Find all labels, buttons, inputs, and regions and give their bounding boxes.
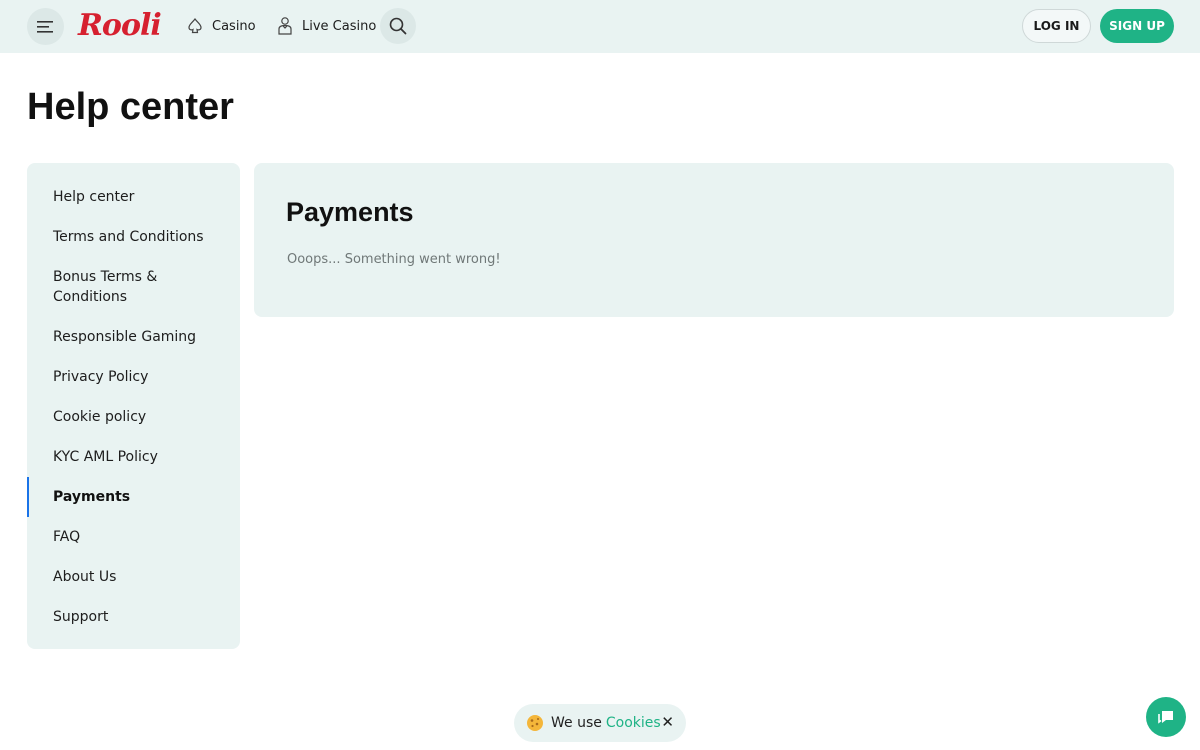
sidebar-item-terms[interactable]: Terms and Conditions (27, 227, 240, 247)
error-message: Ooops... Something went wrong! (287, 252, 501, 267)
content-card: Payments Ooops... Something went wrong! (254, 163, 1174, 317)
sidebar-item-support[interactable]: Support (27, 607, 240, 627)
sidebar-item-cookie-policy[interactable]: Cookie policy (27, 407, 240, 427)
sidebar-item-responsible-gaming[interactable]: Responsible Gaming (27, 327, 240, 347)
sidebar-item-about-us[interactable]: About Us (27, 567, 240, 587)
dealer-icon (278, 17, 292, 35)
chat-icon (1158, 711, 1173, 724)
nav-live-casino-label: Live Casino (302, 18, 377, 34)
sidebar-item-faq[interactable]: FAQ (27, 527, 240, 547)
brand-logo[interactable]: Rooli (78, 8, 162, 44)
sidebar-item-bonus-terms[interactable]: Bonus Terms & Conditions (27, 267, 240, 307)
sidebar-item-help-center[interactable]: Help center (27, 187, 240, 207)
top-header: Rooli Casino Live Casino LOG IN SIGN UP (0, 0, 1200, 53)
close-icon[interactable]: ✕ (661, 713, 674, 731)
sidebar-item-privacy-policy[interactable]: Privacy Policy (27, 367, 240, 387)
login-button[interactable]: LOG IN (1022, 9, 1091, 43)
spade-icon (188, 18, 202, 34)
cookie-link[interactable]: Cookies (606, 715, 661, 731)
nav-live-casino[interactable]: Live Casino (276, 15, 376, 37)
cookie-banner: We use Cookies ✕ (514, 704, 686, 742)
hamburger-icon (36, 20, 53, 33)
chat-button[interactable] (1146, 697, 1186, 737)
sidebar-item-kyc-aml[interactable]: KYC AML Policy (27, 447, 240, 467)
cookie-icon (527, 715, 543, 731)
signup-button[interactable]: SIGN UP (1100, 9, 1174, 43)
page-title: Help center (27, 86, 234, 128)
cookie-text: We use (551, 715, 602, 731)
content-title: Payments (286, 197, 414, 227)
search-icon (389, 17, 407, 35)
nav-casino[interactable]: Casino (186, 15, 256, 37)
sidebar-item-payments[interactable]: Payments (27, 477, 240, 517)
search-button[interactable] (380, 8, 416, 44)
help-sidebar: Help center Terms and Conditions Bonus T… (27, 163, 240, 649)
menu-button[interactable] (27, 8, 64, 45)
nav-casino-label: Casino (212, 18, 256, 34)
